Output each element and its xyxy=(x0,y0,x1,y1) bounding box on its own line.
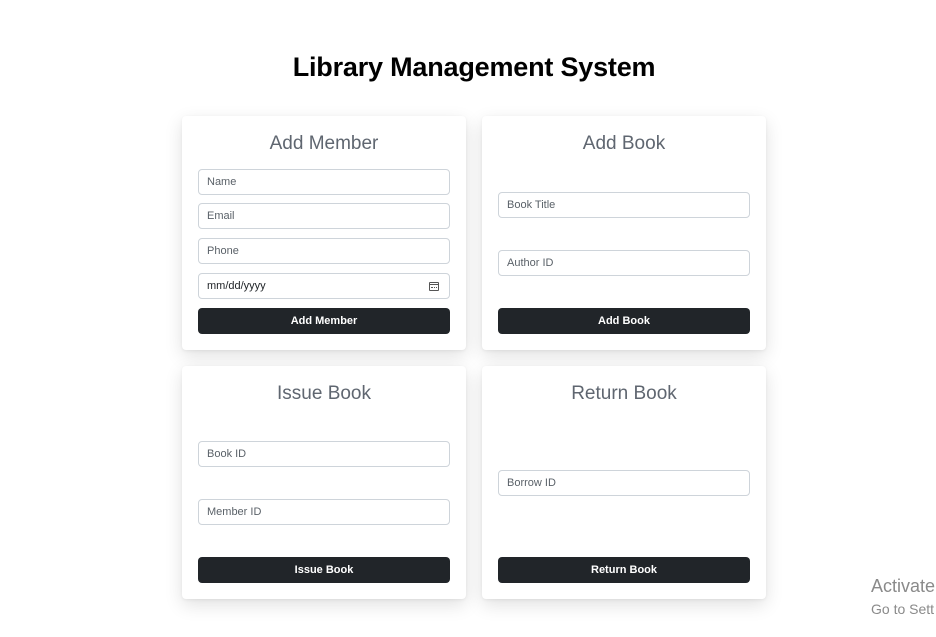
book-id-input[interactable] xyxy=(198,441,450,467)
book-title-input[interactable] xyxy=(498,192,750,218)
issue-book-card: Issue Book Issue Book xyxy=(182,366,466,599)
member-email-input[interactable] xyxy=(198,203,450,229)
add-member-card: Add Member mm/dd/yyyy Add Member xyxy=(182,116,466,350)
add-book-card: Add Book Add Book xyxy=(482,116,766,350)
member-date-value: mm/dd/yyyy xyxy=(207,280,266,292)
borrow-id-input[interactable] xyxy=(498,470,750,496)
calendar-icon[interactable] xyxy=(429,281,439,291)
issue-book-button[interactable]: Issue Book xyxy=(198,557,450,583)
return-book-title: Return Book xyxy=(571,383,677,404)
member-id-input[interactable] xyxy=(198,499,450,525)
page: Library Management System Add Member mm/… xyxy=(0,0,936,637)
return-book-button[interactable]: Return Book xyxy=(498,557,750,583)
issue-book-title: Issue Book xyxy=(277,383,371,404)
activation-watermark: Activate xyxy=(871,576,936,596)
author-id-input[interactable] xyxy=(498,250,750,276)
member-date-input[interactable]: mm/dd/yyyy xyxy=(198,273,450,299)
add-book-title: Add Book xyxy=(582,133,666,154)
page-title: Library Management System xyxy=(292,52,656,82)
add-member-title: Add Member xyxy=(269,133,379,154)
add-member-button[interactable]: Add Member xyxy=(198,308,450,334)
member-phone-input[interactable] xyxy=(198,238,450,264)
partially-hidden-heading xyxy=(405,628,525,637)
member-name-input[interactable] xyxy=(198,169,450,195)
add-book-button[interactable]: Add Book xyxy=(498,308,750,334)
activation-watermark-sub: Go to Sett xyxy=(871,601,935,617)
return-book-card: Return Book Return Book xyxy=(482,366,766,599)
